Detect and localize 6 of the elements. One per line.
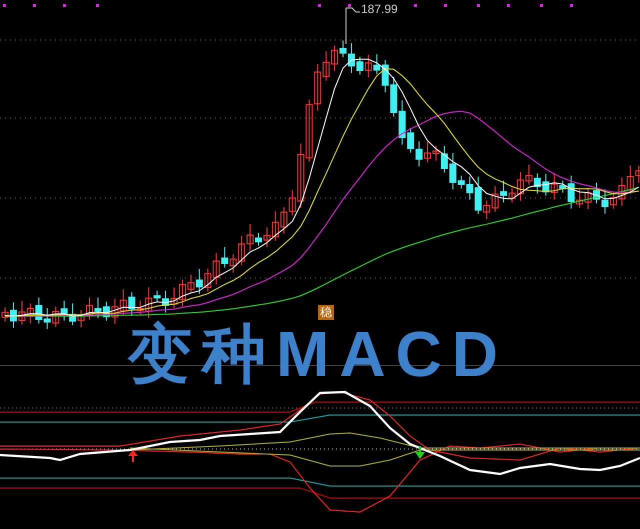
indicator-title: 变种MACD	[128, 322, 508, 386]
signal-badge: 稳	[318, 305, 334, 320]
sell-arrow-icon	[415, 446, 425, 459]
leader-line	[346, 8, 360, 44]
buy-arrow-icon	[128, 450, 138, 462]
high-price-label: 187.99	[361, 3, 398, 15]
